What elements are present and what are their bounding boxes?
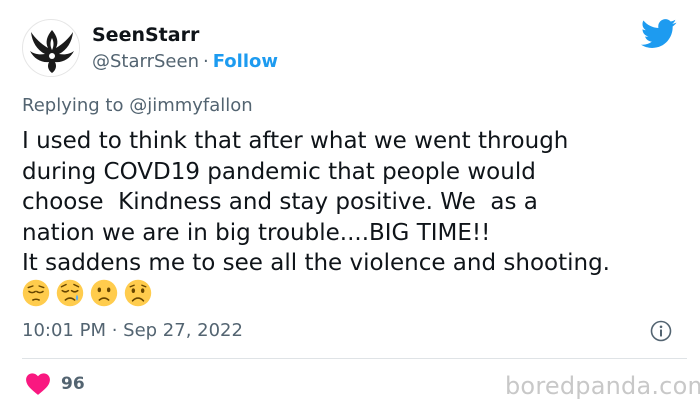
reply-mention-link[interactable]: @jimmyfallon: [129, 95, 253, 116]
tweet-text: I used to think that after what we went …: [22, 126, 687, 279]
twitter-bird-icon[interactable]: [641, 19, 677, 49]
slightly-frowning-face-icon: [90, 279, 118, 307]
avatar[interactable]: [22, 19, 80, 77]
sad-tear-face-icon: [56, 279, 84, 307]
phoenix-logo-icon: [24, 21, 79, 76]
replying-prefix: Replying to: [22, 95, 130, 116]
pensive-face-icon: [22, 279, 50, 307]
tweet-card: SeenStarr @StarrSeen · Follow Replying to …: [0, 0, 700, 410]
handle-row: @StarrSeen · Follow: [92, 51, 278, 72]
tweet-line: It saddens me to see all the violence an…: [22, 250, 610, 276]
info-icon[interactable]: [650, 320, 672, 342]
tweet-line: during COVD19 pandemic that people would: [22, 158, 536, 185]
replying-to: Replying to @jimmyfallon: [22, 95, 253, 116]
heart-icon[interactable]: [25, 372, 51, 396]
divider: [22, 358, 687, 359]
separator-dot: ·: [202, 51, 209, 72]
emoji-row: [22, 279, 152, 309]
follow-button[interactable]: Follow: [213, 51, 278, 72]
frowning-face-icon: [124, 279, 152, 307]
tweet-line: I used to think that after what we went …: [22, 128, 569, 154]
boredpanda-watermark: boredpanda.com: [505, 372, 700, 400]
tweet-timestamp[interactable]: 10:01 PM · Sep 27, 2022: [22, 320, 243, 341]
user-handle[interactable]: @StarrSeen: [92, 51, 199, 72]
tweet-line: nation we are in big trouble....BIG TIME…: [22, 219, 491, 246]
like-action[interactable]: 96: [25, 372, 85, 396]
display-name[interactable]: SeenStarr: [92, 24, 199, 46]
like-count: 96: [61, 374, 85, 394]
tweet-line: choose Kindness and stay positive. We as…: [22, 189, 538, 215]
